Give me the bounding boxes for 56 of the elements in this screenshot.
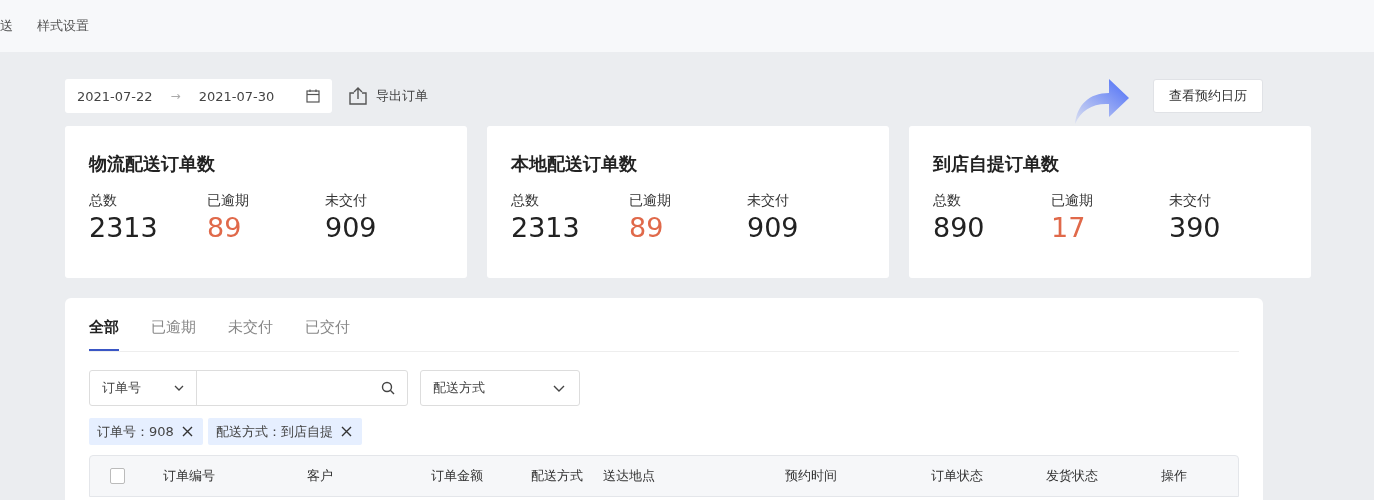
stat-label: 总数 — [511, 192, 540, 210]
column-header: 发货状态 — [1045, 467, 1099, 485]
stat-value: 89 — [629, 212, 665, 243]
stat-label: 总数 — [89, 192, 118, 210]
nav-tab[interactable]: 样式设置 — [37, 17, 89, 35]
filter-tag-label: 订单号：908 — [97, 422, 174, 441]
chevron-down-icon — [553, 384, 565, 392]
tab[interactable]: 未交付 — [228, 314, 273, 351]
calendar-icon — [306, 89, 320, 103]
curved-arrow-icon — [1073, 77, 1131, 125]
stat-label: 已逾期 — [207, 192, 250, 210]
start-date: 2021-07-22 — [77, 88, 153, 104]
view-calendar-button[interactable]: 查看预约日历 — [1153, 79, 1263, 113]
stat-label: 已逾期 — [1051, 192, 1094, 210]
nav-tab[interactable]: 送 — [0, 17, 13, 35]
stat-label: 未交付 — [747, 192, 790, 210]
column-header: 操作 — [1160, 467, 1188, 485]
date-range-field[interactable]: 2021-07-22 → 2021-07-30 — [65, 79, 332, 113]
column-header: 送达地点 — [603, 467, 657, 485]
stat-label: 未交付 — [1169, 192, 1212, 210]
column-header: 订单编号 — [163, 467, 217, 485]
card-title: 本地配送订单数 — [511, 152, 638, 176]
close-icon[interactable] — [181, 426, 193, 437]
stat-value: 390 — [1169, 212, 1222, 243]
stat-value: 2313 — [511, 212, 581, 243]
export-button[interactable]: 导出订单 — [348, 87, 428, 105]
close-icon[interactable] — [340, 426, 352, 437]
select-all-checkbox[interactable] — [110, 468, 126, 484]
tab[interactable]: 已交付 — [305, 314, 350, 351]
search-icon — [381, 381, 395, 395]
stat-value: 909 — [325, 212, 378, 243]
chevron-down-icon — [174, 385, 184, 391]
column-header: 客户 — [306, 467, 334, 485]
card-title: 物流配送订单数 — [89, 152, 216, 176]
tab[interactable]: 全部 — [89, 314, 119, 351]
stat-value: 2313 — [89, 212, 159, 243]
filter-tag-label: 配送方式：到店自提 — [215, 422, 333, 441]
card-title: 到店自提订单数 — [933, 152, 1060, 176]
column-header: 预约时间 — [784, 467, 838, 485]
search-field[interactable]: 订单号 — [89, 370, 408, 406]
column-header: 订单金额 — [431, 467, 485, 485]
column-header: 订单状态 — [931, 467, 985, 485]
tab[interactable]: 已逾期 — [151, 314, 196, 351]
stat-value: 89 — [207, 212, 243, 243]
stat-value: 17 — [1051, 212, 1087, 243]
upload-icon — [348, 87, 368, 105]
stat-label: 已逾期 — [629, 192, 672, 210]
stat-value: 890 — [933, 212, 986, 243]
stat-label: 未交付 — [325, 192, 368, 210]
stat-value: 909 — [747, 212, 800, 243]
delivery-method-select[interactable]: 配送方式 — [420, 370, 580, 406]
stat-label: 总数 — [933, 192, 962, 210]
end-date: 2021-07-30 — [198, 88, 275, 104]
date-separator: → — [170, 89, 181, 103]
search-type-select[interactable]: 订单号 — [90, 371, 197, 405]
column-header: 配送方式 — [530, 467, 584, 485]
